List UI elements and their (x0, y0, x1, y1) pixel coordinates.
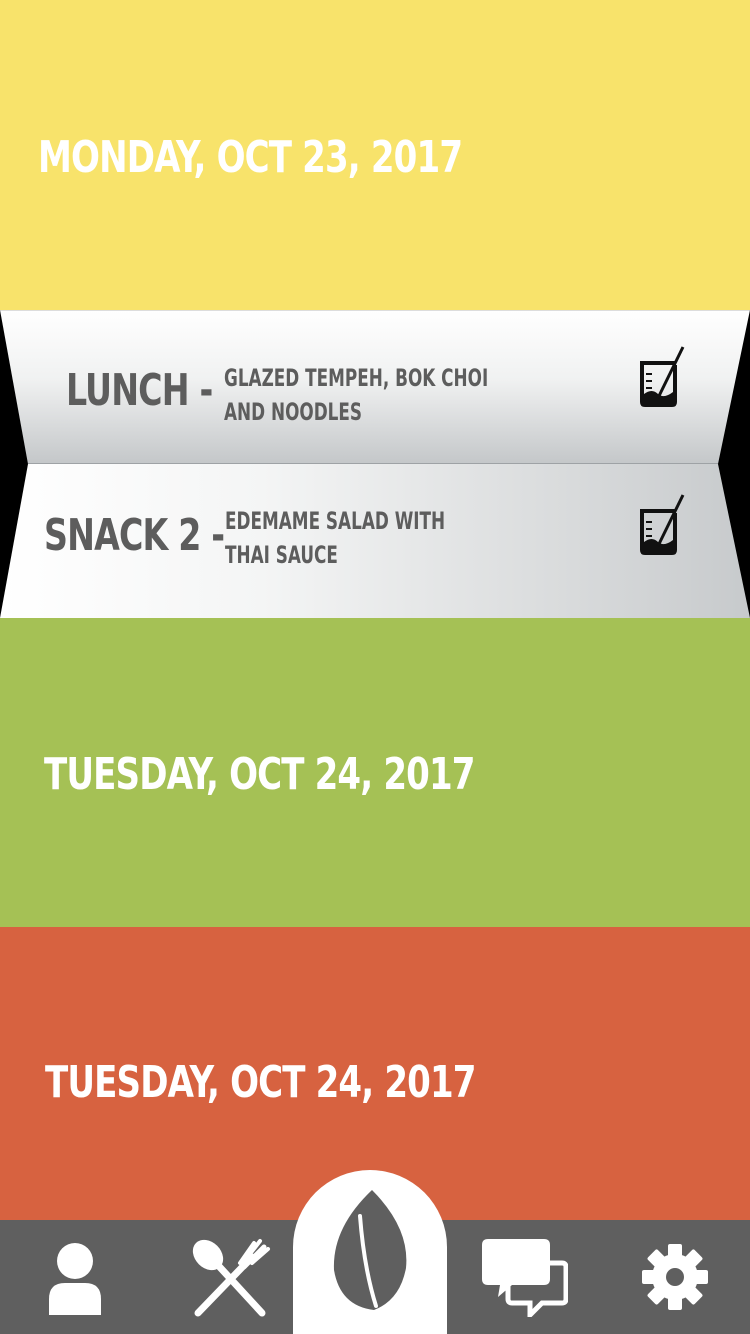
day-header-tuesday[interactable]: TUESDAY, OCT 24, 2017 (0, 618, 750, 927)
nav-meals-button[interactable] (180, 1220, 280, 1334)
blender-icon[interactable] (634, 492, 686, 556)
nav-settings-button[interactable] (630, 1220, 720, 1334)
meal-description: EDEMAME SALAD WITH THAI SAUCE (225, 507, 446, 569)
nav-home-button[interactable] (293, 1170, 447, 1334)
meal-item-lunch[interactable]: LUNCH - GLAZED TEMPEH, BOK CHOI AND NOOD… (0, 310, 750, 464)
day-header-monday[interactable]: MONDAY, OCT 23, 2017 (0, 0, 750, 310)
meals-list: LUNCH - GLAZED TEMPEH, BOK CHOI AND NOOD… (0, 310, 750, 618)
meal-type-label: LUNCH - (66, 365, 213, 416)
meal-type-label: SNACK 2 - (44, 510, 225, 561)
meal-item-snack-2[interactable]: SNACK 2 - EDEMAME SALAD WITH THAI SAUCE (0, 464, 750, 618)
leaf-icon (333, 1190, 407, 1310)
day-title: MONDAY, OCT 23, 2017 (38, 131, 463, 183)
chat-bubbles-icon (482, 1239, 568, 1317)
day-title: TUESDAY, OCT 24, 2017 (44, 749, 475, 800)
nav-profile-button[interactable] (30, 1220, 120, 1334)
gear-icon (642, 1244, 708, 1310)
meal-description: GLAZED TEMPEH, BOK CHOI AND NOODLES (224, 364, 489, 426)
day-title: TUESDAY, OCT 24, 2017 (45, 1057, 476, 1108)
person-icon (49, 1243, 101, 1315)
fork-spoon-icon (192, 1239, 270, 1317)
nav-chat-button[interactable] (475, 1220, 575, 1334)
blender-icon[interactable] (634, 344, 686, 408)
